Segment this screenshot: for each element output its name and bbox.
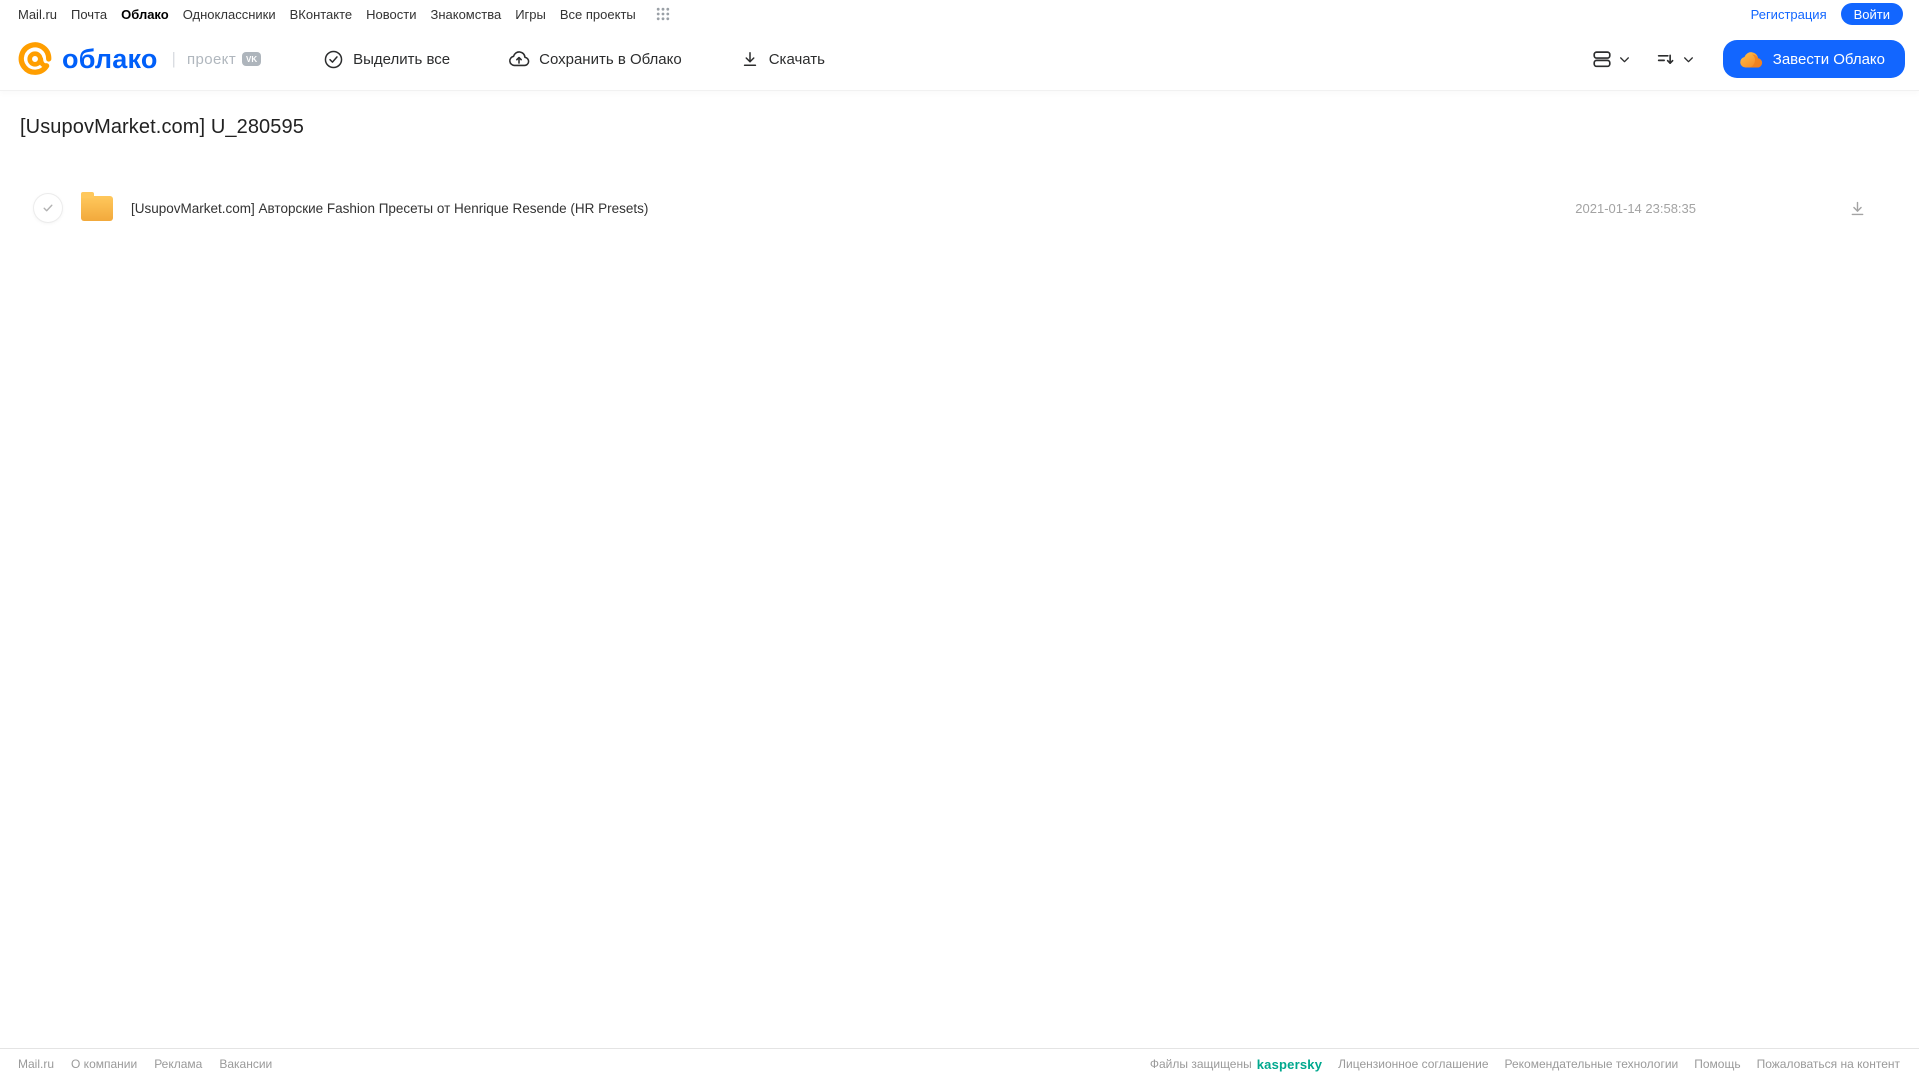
download-label: Скачать	[768, 50, 825, 68]
footer-ads-link[interactable]: Реклама	[154, 1057, 202, 1071]
kaspersky-protection: Файлы защищены kaspersky	[1150, 1057, 1322, 1072]
nav-news[interactable]: Новости	[366, 7, 416, 22]
nav-odnoklassniki[interactable]: Одноклассники	[183, 7, 276, 22]
cloud-header: облако | проект VK Выделить все Сохранит…	[0, 28, 1919, 90]
checkmark-icon	[43, 204, 53, 212]
nav-vkontakte[interactable]: ВКонтакте	[290, 7, 353, 22]
get-cloud-label: Завести Облако	[1772, 50, 1885, 68]
download-button[interactable]: Скачать	[740, 49, 825, 69]
orange-cloud-icon	[1739, 50, 1763, 69]
footer-about-link[interactable]: О компании	[71, 1057, 137, 1071]
row-download-button[interactable]	[1848, 199, 1867, 218]
nav-games[interactable]: Игры	[515, 7, 546, 22]
save-to-cloud-button[interactable]: Сохранить в Облако	[508, 48, 682, 70]
chevron-down-icon	[1618, 53, 1631, 66]
view-mode-dropdown[interactable]	[1591, 48, 1631, 70]
file-date: 2021-01-14 23:58:35	[1575, 200, 1696, 216]
cloud-logo-text: облако	[62, 43, 158, 74]
select-all-label: Выделить все	[353, 50, 451, 68]
main-content: [UsupovMarket.com] U_280595 [UsupovMarke…	[0, 90, 1919, 1048]
page-title: [UsupovMarket.com] U_280595	[20, 116, 304, 138]
logo-divider: |	[171, 49, 176, 68]
nav-mail[interactable]: Почта	[71, 7, 107, 22]
footer-report-link[interactable]: Пожаловаться на контент	[1757, 1057, 1900, 1071]
nav-all-projects[interactable]: Все проекты	[560, 7, 636, 22]
select-all-button[interactable]: Выделить все	[323, 49, 450, 70]
footer-recommendations-link[interactable]: Рекомендательные технологии	[1505, 1057, 1679, 1071]
protected-by-label: Файлы защищены	[1149, 1057, 1252, 1071]
nav-cloud[interactable]: Облако	[121, 7, 169, 22]
apps-grid-icon[interactable]	[656, 7, 670, 21]
check-circle-icon	[323, 49, 344, 70]
header-right-controls: Завести Облако	[1591, 40, 1905, 78]
footer-left-links: Mail.ru О компании Реклама Вакансии	[18, 1057, 272, 1071]
mailru-at-icon	[16, 40, 54, 78]
portal-nav: Mail.ru Почта Облако Одноклассники ВКонт…	[18, 7, 670, 22]
vk-badge-icon: VK	[242, 52, 262, 66]
registration-link[interactable]: Регистрация	[1751, 7, 1827, 22]
footer-right-links: Файлы защищены kaspersky Лицензионное со…	[1150, 1057, 1900, 1072]
footer-help-link[interactable]: Помощь	[1694, 1057, 1740, 1071]
get-cloud-button[interactable]: Завести Облако	[1722, 40, 1905, 78]
cloud-logo[interactable]: облако	[16, 40, 158, 78]
login-button[interactable]: Войти	[1840, 3, 1903, 25]
save-to-cloud-label: Сохранить в Облако	[539, 50, 682, 68]
file-row[interactable]: [UsupovMarket.com] Авторские Fashion Пре…	[20, 186, 1899, 230]
folder-icon	[81, 191, 113, 221]
file-name[interactable]: [UsupovMarket.com] Авторские Fashion Пре…	[131, 201, 1575, 216]
sort-icon	[1655, 48, 1677, 70]
file-toolbar: Выделить все Сохранить в Облако Скачать	[323, 48, 825, 70]
footer-jobs-link[interactable]: Вакансии	[219, 1057, 272, 1071]
list-view-icon	[1591, 48, 1613, 70]
top-portal-bar: Mail.ru Почта Облако Одноклассники ВКонт…	[0, 0, 1919, 28]
cloud-upload-icon	[508, 48, 530, 70]
nav-dating[interactable]: Знакомства	[430, 7, 501, 22]
auth-controls: Регистрация Войти	[1751, 3, 1903, 25]
download-icon	[740, 49, 760, 69]
chevron-down-icon	[1682, 53, 1695, 66]
row-checkbox[interactable]	[34, 194, 62, 222]
sort-dropdown[interactable]	[1655, 48, 1695, 70]
footer-mailru-link[interactable]: Mail.ru	[18, 1057, 54, 1071]
project-label: проект	[186, 50, 237, 68]
footer: Mail.ru О компании Реклама Вакансии Файл…	[0, 1048, 1919, 1079]
nav-mailru[interactable]: Mail.ru	[18, 7, 57, 22]
kaspersky-logo: kaspersky	[1256, 1056, 1323, 1072]
download-icon	[1851, 201, 1864, 215]
footer-license-link[interactable]: Лицензионное соглашение	[1338, 1057, 1488, 1071]
